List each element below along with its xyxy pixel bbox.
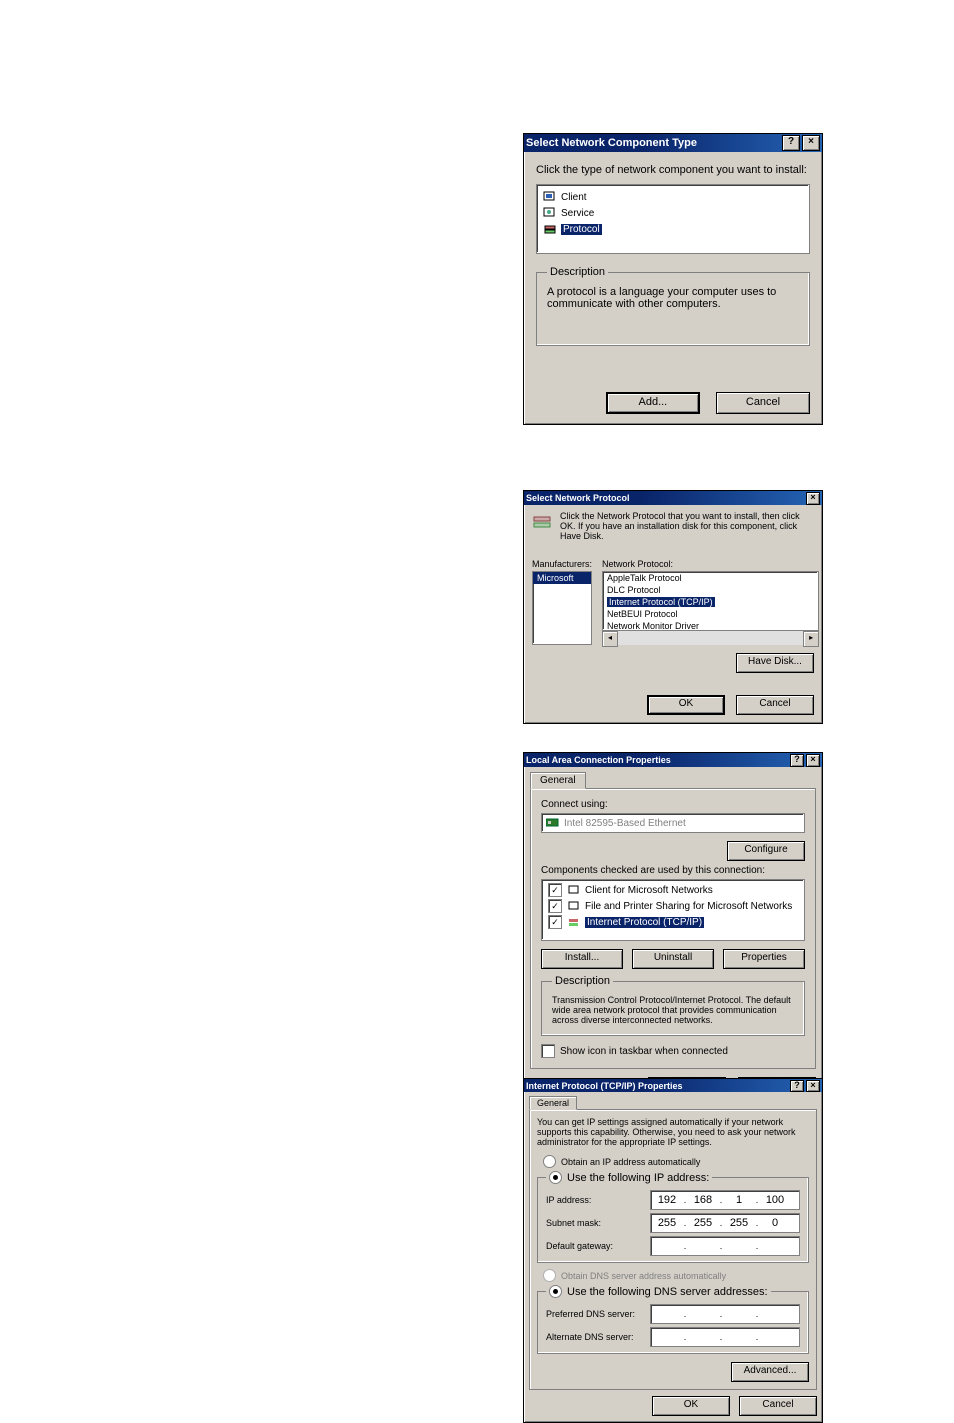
titlebar: Select Network Protocol × [524,491,822,505]
ok-button[interactable]: OK [652,1396,730,1416]
list-item-service[interactable]: Service [539,205,807,221]
component-type-list[interactable]: Client Service Protocol [536,184,810,254]
close-button[interactable]: × [806,1080,820,1092]
properties-button[interactable]: Properties [723,949,805,969]
scroll-left-arrow[interactable]: ◂ [602,631,618,647]
adapter-field: Intel 82595-Based Ethernet [541,813,805,833]
description-text: Transmission Control Protocol/Internet P… [552,995,794,1025]
manufacturers-list[interactable]: Microsoft [532,571,592,645]
close-button[interactable]: × [806,754,820,767]
list-item-component[interactable]: ✓ Internet Protocol (TCP/IP) [544,914,802,930]
dialog-title: Local Area Connection Properties [526,755,788,765]
titlebar: Select Network Component Type ? × [524,134,822,152]
obtain-dns-auto-radio [543,1269,556,1282]
install-button[interactable]: Install... [541,949,623,969]
list-item-protocol[interactable]: Protocol [539,221,807,237]
protocol-label: Network Protocol: [602,559,819,569]
subnet-mask-label: Subnet mask: [546,1218,650,1228]
service-icon [567,899,581,913]
cancel-button[interactable]: Cancel [736,695,814,715]
list-item-protocol[interactable]: NetBEUI Protocol [603,608,818,620]
components-label: Components checked are used by this conn… [541,865,805,876]
tab-general[interactable]: General [529,1096,577,1110]
subnet-mask-field[interactable]: 255. 255. 255. 0 [650,1213,800,1233]
cancel-button[interactable]: Cancel [739,1396,817,1416]
list-item-component[interactable]: ✓ Client for Microsoft Networks [544,882,802,898]
client-icon [543,190,557,204]
alternate-dns-label: Alternate DNS server: [546,1332,650,1342]
checkbox-icon[interactable]: ✓ [548,915,562,929]
select-network-component-type-dialog: Select Network Component Type ? × Click … [523,133,823,425]
titlebar: Local Area Connection Properties ? × [524,753,822,767]
connect-using-label: Connect using: [541,799,805,810]
checkbox-icon[interactable]: ✓ [548,899,562,913]
components-list[interactable]: ✓ Client for Microsoft Networks ✓ File a… [541,879,805,941]
add-button[interactable]: Add... [606,392,700,414]
list-item-protocol[interactable]: Network Monitor Driver [603,620,818,631]
tab-general[interactable]: General [530,772,586,789]
default-gateway-field[interactable]: . . . [650,1236,800,1256]
description-group-label: Description [552,975,613,987]
dialog-title: Internet Protocol (TCP/IP) Properties [526,1081,788,1091]
cancel-button[interactable]: Cancel [716,392,810,414]
checkbox-icon[interactable]: ✓ [548,883,562,897]
show-icon-checkbox[interactable] [541,1044,555,1058]
select-network-protocol-dialog: Select Network Protocol × Click the Netw… [523,490,823,724]
protocol-large-icon [532,511,554,533]
description-group-label: Description [547,266,608,278]
description-text: A protocol is a language your computer u… [547,286,799,310]
protocol-icon [543,222,557,236]
dialog-title: Select Network Component Type [526,137,780,149]
help-button[interactable]: ? [790,754,804,767]
instruction-text: Click the type of network component you … [536,164,810,176]
use-following-ip-radio[interactable] [549,1171,562,1184]
protocol-icon [567,915,581,929]
service-icon [543,206,557,220]
local-area-connection-properties-dialog: Local Area Connection Properties ? × Gen… [523,752,823,1106]
uninstall-button[interactable]: Uninstall [632,949,714,969]
list-item-client[interactable]: Client [539,189,807,205]
horizontal-scrollbar[interactable]: ◂ ▸ [602,631,819,645]
obtain-ip-auto-radio[interactable] [543,1155,556,1168]
close-button[interactable]: × [806,492,820,505]
instruction-text: Click the Network Protocol that you want… [560,511,814,541]
configure-button[interactable]: Configure [727,841,805,861]
help-button[interactable]: ? [782,135,800,151]
ip-settings-blurb: You can get IP settings assigned automat… [537,1117,809,1147]
have-disk-button[interactable]: Have Disk... [736,653,814,673]
default-gateway-label: Default gateway: [546,1241,650,1251]
help-button[interactable]: ? [790,1080,804,1092]
list-item-protocol[interactable]: Internet Protocol (TCP/IP) [603,596,818,608]
manufacturers-label: Manufacturers: [532,559,592,569]
preferred-dns-label: Preferred DNS server: [546,1309,650,1319]
list-item-protocol[interactable]: DLC Protocol [603,584,818,596]
list-item-component[interactable]: ✓ File and Printer Sharing for Microsoft… [544,898,802,914]
scroll-track[interactable] [618,631,803,645]
scroll-right-arrow[interactable]: ▸ [803,631,819,647]
protocols-list[interactable]: AppleTalk Protocol DLC Protocol Internet… [602,571,819,631]
ip-address-field[interactable]: 192. 168. 1. 100 [650,1190,800,1210]
list-item-protocol[interactable]: AppleTalk Protocol [603,572,818,584]
dialog-title: Select Network Protocol [526,493,804,503]
list-item-manufacturer[interactable]: Microsoft [533,572,591,584]
use-following-dns-radio[interactable] [549,1285,562,1298]
alternate-dns-field[interactable]: ... [650,1327,800,1347]
client-icon [567,883,581,897]
ip-address-label: IP address: [546,1195,650,1205]
titlebar: Internet Protocol (TCP/IP) Properties ? … [524,1079,822,1092]
preferred-dns-field[interactable]: ... [650,1304,800,1324]
close-button[interactable]: × [802,135,820,151]
nic-icon [546,816,560,830]
show-icon-label: Show icon in taskbar when connected [560,1046,728,1057]
advanced-button[interactable]: Advanced... [731,1362,809,1382]
ok-button[interactable]: OK [647,695,725,715]
tcp-ip-properties-dialog: Internet Protocol (TCP/IP) Properties ? … [523,1078,823,1423]
